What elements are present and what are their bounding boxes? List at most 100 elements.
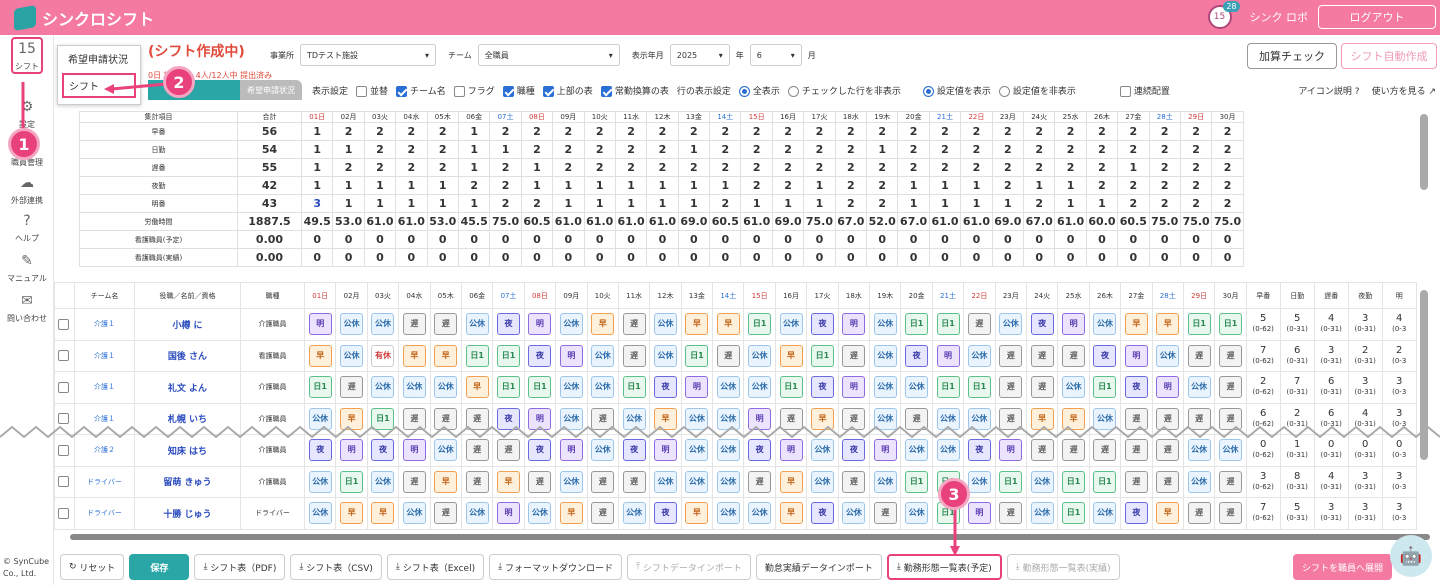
grid-day-header[interactable]: 27金	[1120, 282, 1153, 309]
shift-cell[interactable]: 夜	[492, 308, 525, 341]
shift-badge[interactable]: 遅	[967, 313, 991, 336]
shift-badge[interactable]: 公休	[905, 439, 929, 462]
shift-cell[interactable]: 公休	[743, 371, 776, 404]
shift-cell[interactable]: 早	[303, 339, 337, 372]
shift-badge[interactable]: 日1	[748, 313, 772, 336]
shift-badge[interactable]: 公休	[528, 502, 552, 525]
shift-cell[interactable]: 公休	[460, 308, 494, 341]
radio-hide-setting[interactable]: 設定値を非表示	[998, 84, 1076, 97]
shift-badge[interactable]: 早	[371, 502, 395, 525]
shift-cell[interactable]: 有休	[366, 339, 400, 372]
shift-cell[interactable]: 夜	[806, 308, 839, 341]
opt-sort[interactable]: 並替	[356, 84, 388, 97]
shift-cell[interactable]: 公休	[1182, 465, 1216, 498]
shift-badge[interactable]: 遅	[842, 344, 866, 367]
shift-cell[interactable]: 公休	[1214, 434, 1247, 467]
shift-badge[interactable]: 公休	[653, 470, 677, 493]
shift-cell[interactable]: 日1	[523, 371, 557, 404]
shift-cell[interactable]: 夜	[523, 339, 557, 372]
shift-cell[interactable]: 遅	[617, 465, 651, 498]
shift-badge[interactable]: 明	[402, 439, 426, 462]
shift-badge[interactable]: 明	[967, 502, 991, 525]
shift-cell[interactable]: 日1	[460, 339, 494, 372]
shift-badge[interactable]: 遅	[1219, 376, 1243, 399]
shift-cell[interactable]: 遅	[398, 465, 431, 498]
shift-cell[interactable]: 明	[931, 339, 965, 372]
shift-badge[interactable]: 公休	[1156, 344, 1180, 367]
grid-day-header[interactable]: 24火	[1025, 282, 1059, 309]
shift-badge[interactable]: 夜	[842, 439, 866, 462]
shift-cell[interactable]: 遅	[743, 465, 776, 498]
opt-top-table[interactable]: 上部の表	[542, 84, 593, 97]
shift-cell[interactable]: 日1	[931, 371, 965, 404]
shift-badge[interactable]: 遅	[1156, 439, 1180, 462]
sidebar-item-contact[interactable]: ✉ 問い合わせ	[0, 291, 54, 324]
shift-cell[interactable]: 公休	[900, 434, 933, 467]
team-select[interactable]: 全職員 ▾	[477, 44, 620, 66]
shift-badge[interactable]: 夜	[1030, 313, 1054, 336]
shift-badge[interactable]: 明	[1156, 376, 1180, 399]
shift-cell[interactable]: 日1	[1214, 308, 1247, 341]
shift-badge[interactable]: 早	[497, 470, 521, 493]
shift-badge[interactable]: 公休	[371, 470, 395, 493]
grid-day-header[interactable]: 16月	[774, 282, 808, 309]
howto-link[interactable]: 使い方を見る ↗	[1372, 84, 1436, 97]
pdf-button[interactable]: ⤓ シフト表（PDF)	[194, 554, 286, 580]
shift-badge[interactable]: 公休	[748, 344, 772, 367]
shift-badge[interactable]: 公休	[434, 439, 458, 462]
shift-cell[interactable]: 公休	[806, 465, 839, 498]
shift-cell[interactable]: 遅	[617, 339, 651, 372]
submenu-request-status[interactable]: 希望申請状況	[58, 46, 140, 71]
shift-cell[interactable]: 遅	[1120, 465, 1153, 498]
shift-cell[interactable]: 公休	[963, 339, 996, 372]
shift-cell[interactable]: 遅	[1120, 434, 1153, 467]
shift-cell[interactable]: 明	[555, 339, 588, 372]
shift-cell[interactable]: 明	[1057, 308, 1090, 341]
shift-cell[interactable]: 公休	[335, 339, 368, 372]
shift-badge[interactable]: 公休	[1093, 502, 1117, 525]
shift-cell[interactable]: 公休	[1088, 497, 1122, 530]
shift-badge[interactable]: 遅	[1030, 376, 1054, 399]
user-name[interactable]: シンク ロボ	[1250, 9, 1309, 25]
shift-badge[interactable]: 公休	[308, 470, 332, 493]
shift-badge[interactable]: 遅	[1124, 470, 1148, 493]
plan-list-button[interactable]: ⤓ 勤務形態一覧表(予定)	[886, 554, 1002, 580]
year-select[interactable]: 2025 ▾	[669, 44, 730, 66]
shift-badge[interactable]: 日1	[810, 344, 834, 367]
actual-list-button[interactable]: ⤓ 勤務形態一覧表(実績)	[1006, 554, 1120, 580]
auto-create-button[interactable]: シフト自動作成	[1341, 43, 1437, 69]
shift-badge[interactable]: 公休	[1187, 470, 1211, 493]
shift-cell[interactable]: 早	[429, 465, 462, 498]
shift-badge[interactable]: 遅	[873, 502, 897, 525]
shift-cell[interactable]: 公休	[523, 497, 557, 530]
grid-day-header[interactable]: 02月	[335, 282, 368, 309]
shift-badge[interactable]: 公休	[748, 376, 772, 399]
shift-badge[interactable]: 遅	[716, 344, 740, 367]
shift-cell[interactable]: 遅	[1214, 339, 1247, 372]
shift-cell[interactable]: 早	[492, 465, 525, 498]
staff-cell[interactable]: 知床 はち	[134, 434, 241, 467]
csv-button[interactable]: ⤓ シフト表（CSV)	[290, 554, 382, 580]
shift-cell[interactable]: 夜	[1120, 497, 1153, 530]
logout-button[interactable]: ログアウト	[1318, 5, 1436, 29]
shift-badge[interactable]: 日1	[1062, 470, 1086, 493]
shift-cell[interactable]: 公休	[429, 434, 462, 467]
shift-badge[interactable]: 公休	[936, 439, 960, 462]
tab-request-status[interactable]: 希望申請状況	[240, 80, 302, 100]
radio-hide-checked[interactable]: チェックした行を非表示	[787, 84, 901, 97]
shift-badge[interactable]: 公休	[999, 313, 1023, 336]
shift-cell[interactable]: 公休	[931, 434, 965, 467]
shift-badge[interactable]: 夜	[810, 502, 834, 525]
shift-cell[interactable]: 早	[398, 339, 431, 372]
shift-cell[interactable]: 日1	[994, 465, 1027, 498]
shift-badge[interactable]: 早	[1124, 313, 1148, 336]
shift-cell[interactable]: 早	[555, 497, 588, 530]
shift-badge[interactable]: 日1	[622, 376, 646, 399]
shift-badge[interactable]: 明	[497, 502, 521, 525]
format-download-button[interactable]: ⤓ フォーマットダウンロード	[489, 554, 622, 580]
staff-cell[interactable]: 十勝 じゅう	[134, 497, 241, 530]
shift-badge[interactable]: 早	[716, 313, 740, 336]
shift-badge[interactable]: 公休	[308, 502, 332, 525]
shift-badge[interactable]: 日1	[308, 376, 332, 399]
staff-name[interactable]: 札幌 いち	[168, 415, 207, 425]
